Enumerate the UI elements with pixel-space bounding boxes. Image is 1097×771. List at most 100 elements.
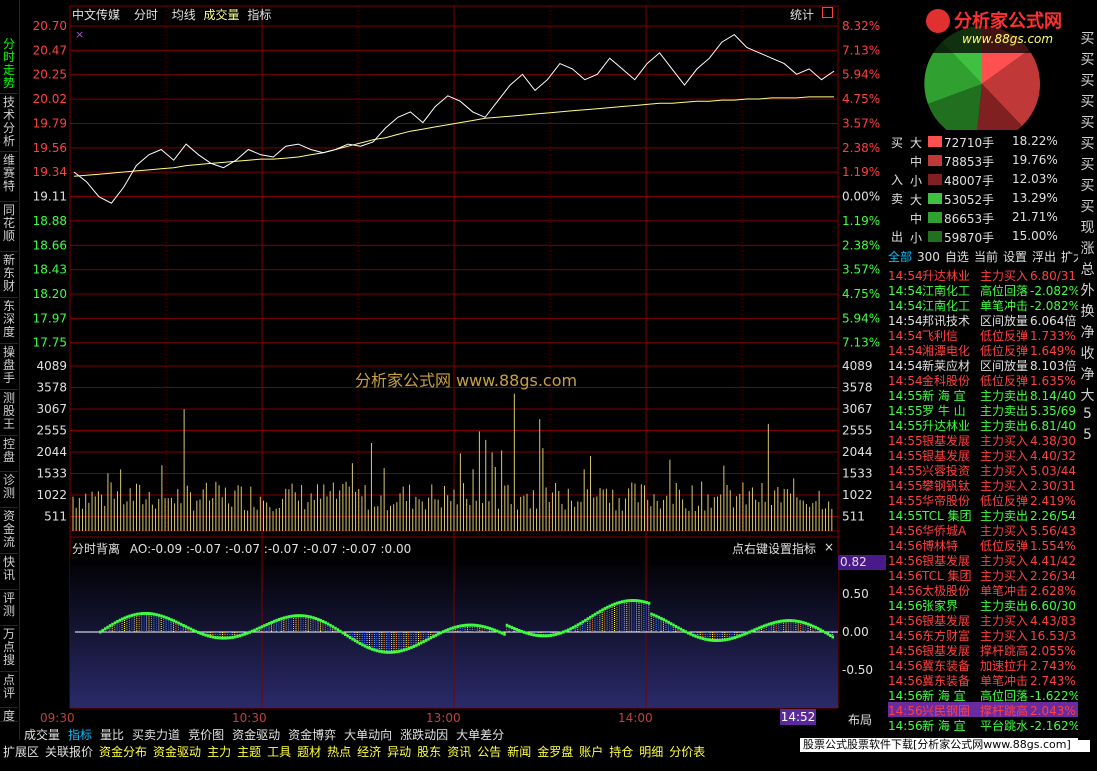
bottom-tab-1[interactable]: 指标 (64, 727, 96, 743)
alert-row[interactable]: 14:56银基发展 主力买入 4.41/42 (888, 552, 1078, 567)
maximize-icon[interactable] (822, 7, 833, 18)
bottom-tab-4[interactable]: 竞价图 (184, 727, 228, 743)
price-tick-right: 3.57% (842, 116, 880, 130)
alert-row[interactable]: 14:56冀东装备 加速拉升 2.743% (888, 657, 1078, 672)
alert-row[interactable]: 14:56银基发展 撑杆跳高 2.055% (888, 642, 1078, 657)
news-tab-5[interactable]: 浮出 (1032, 250, 1056, 264)
alert-row[interactable]: 14:55罗 牛 山 主力卖出 5.35/69 (888, 402, 1078, 417)
alert-row[interactable]: 14:55TCL 集团 主力卖出 2.26/54 (888, 507, 1078, 522)
close-marker-icon[interactable]: × (75, 28, 84, 41)
indicator-dot (415, 643, 418, 647)
alert-row[interactable]: 14:56冀东装备 单笔冲击 2.743% (888, 672, 1078, 687)
mode-label[interactable]: 分时 (134, 8, 158, 22)
alert-row[interactable]: 14:54金科股份 低位反弹 1.635% (888, 372, 1078, 387)
indicator-close-icon[interactable]: × (824, 540, 834, 554)
indicator-label[interactable]: 指标 (247, 8, 271, 22)
secondary-tab-16[interactable]: 账户 (576, 744, 606, 760)
indicator-settings-hint[interactable]: 点右键设置指标 (732, 540, 816, 557)
bottom-tab-5[interactable]: 资金驱动 (228, 727, 284, 743)
bottom-tab-7[interactable]: 大单动向 (340, 727, 396, 743)
alert-row[interactable]: 14:55新 海 宜 主力卖出 8.14/40 (888, 387, 1078, 402)
indicator-dot (483, 625, 487, 629)
alert-row[interactable]: 14:56东方财富 主力买入 16.53/3 (888, 627, 1078, 642)
alert-row[interactable]: 14:55攀钢钒钛 主力买入 2.30/31 (888, 477, 1078, 492)
news-tab-3[interactable]: 当前 (974, 250, 998, 264)
indicator-dot (709, 638, 712, 642)
secondary-tab-10[interactable]: 异动 (384, 744, 414, 760)
alert-row[interactable]: 14:55兴蓉投资 主力买入 5.03/44 (888, 462, 1078, 477)
news-tab-4[interactable]: 设置 (1003, 250, 1027, 264)
indicator-dot (608, 604, 612, 608)
indicator-dot (402, 648, 406, 652)
indicator-dot (380, 650, 384, 654)
alert-row[interactable]: 14:55银基发展 主力买入 4.38/30 (888, 432, 1078, 447)
secondary-tab-5[interactable]: 主题 (234, 744, 264, 760)
secondary-tab-6[interactable]: 工具 (264, 744, 294, 760)
secondary-tab-18[interactable]: 明细 (636, 744, 666, 760)
secondary-tab-11[interactable]: 股东 (414, 744, 444, 760)
news-tab-2[interactable]: 自选 (945, 250, 969, 264)
alert-row[interactable]: 14:56新 海 宜 高位回落 -1.622% (888, 687, 1078, 702)
indicator-dot (390, 650, 394, 654)
alert-row[interactable]: 14:56张家界 主力卖出 6.60/30 (888, 597, 1078, 612)
secondary-tab-9[interactable]: 经济 (354, 744, 384, 760)
money-flow-table: 买入卖出大 72710手 18.22% 中 78853手 19.76% 小 48007手 12.… (888, 134, 1078, 245)
secondary-tab-12[interactable]: 资讯 (444, 744, 474, 760)
indicator-values: AO:-0.09 :-0.07 :-0.07 :-0.07 :-0.07 :-0… (129, 542, 412, 556)
alert-row[interactable]: 14:56博林特 低位反弹 1.554% (888, 537, 1078, 552)
bottom-tab-8[interactable]: 涨跌动因 (396, 727, 452, 743)
layout-button[interactable]: 布局 (848, 711, 872, 728)
alert-row[interactable]: 14:54湘潭电化 低位反弹 1.649% (888, 342, 1078, 357)
alert-row[interactable]: 14:56兴民钢圈 撑杆跳高 2.043% (888, 702, 1078, 717)
secondary-tab-7[interactable]: 题材 (294, 744, 324, 760)
indicator-dot (701, 637, 705, 641)
bottom-tab-3[interactable]: 买卖力道 (128, 727, 184, 743)
bottom-tab-9[interactable]: 大单差分 (452, 727, 508, 743)
alert-row[interactable]: 14:54邦讯技术 区间放量 6.064倍 (888, 312, 1078, 327)
news-tab-0[interactable]: 全部 (888, 250, 912, 264)
alert-row[interactable]: 14:54升达林业 主力买入 6.80/31 (888, 267, 1078, 282)
alert-row[interactable]: 14:54新莱应材 区间放量 8.103倍 (888, 357, 1078, 372)
volume-label[interactable]: 成交量 (204, 8, 240, 22)
price-tick-right: 1.19% (842, 165, 880, 179)
secondary-tab-8[interactable]: 热点 (324, 744, 354, 760)
alert-row[interactable]: 14:55升达林业 主力卖出 6.81/40 (888, 417, 1078, 432)
alert-row[interactable]: 14:54飞利信 低位反弹 1.733% (888, 327, 1078, 342)
alert-type: 主力买入 (980, 449, 1029, 462)
secondary-tab-0[interactable]: 扩展区 (0, 744, 42, 760)
alert-row[interactable]: 14:54江南化工 高位回落 -2.082% (888, 282, 1078, 297)
alert-stock: 银基发展 (922, 434, 971, 447)
alert-row[interactable]: 14:56华侨城A 主力买入 5.56/43 (888, 522, 1078, 537)
alert-row[interactable]: 14:56银基发展 主力买入 4.43/83 (888, 612, 1078, 627)
secondary-tab-13[interactable]: 公告 (474, 744, 504, 760)
bottom-tab-2[interactable]: 量比 (96, 727, 128, 743)
indicator-dot (809, 623, 812, 627)
news-tab-1[interactable]: 300 (917, 250, 940, 264)
secondary-tab-15[interactable]: 金罗盘 (534, 744, 576, 760)
indicator-dot (138, 612, 141, 616)
secondary-tab-3[interactable]: 资金驱动 (150, 744, 204, 760)
secondary-tab-4[interactable]: 主力 (204, 744, 234, 760)
secondary-tab-14[interactable]: 新闻 (504, 744, 534, 760)
avg-line-label[interactable]: 均线 (172, 8, 196, 22)
bottom-tab-6[interactable]: 资金博弈 (284, 727, 340, 743)
alert-row[interactable]: 14:56TCL 集团 主力买入 2.26/34 (888, 567, 1078, 582)
indicator-dot (674, 624, 678, 628)
alert-row[interactable]: 14:55华帝股份 低位反弹 2.419% (888, 492, 1078, 507)
secondary-tab-1[interactable]: 关联报价 (42, 744, 96, 760)
stats-button[interactable]: 统计 (790, 6, 814, 23)
footer-banner[interactable]: 股票公式股票软件下载[分析家公式网www.88gs.com] (800, 738, 1090, 752)
edge-char: 买 (1080, 115, 1095, 131)
indicator-dot (101, 628, 104, 632)
secondary-tab-2[interactable]: 资金分布 (96, 744, 150, 760)
indicator-dot (471, 623, 474, 627)
alert-row[interactable]: 14:56太极股份 单笔冲击 2.628% (888, 582, 1078, 597)
alert-row[interactable]: 14:55银基发展 主力买入 4.40/32 (888, 447, 1078, 462)
alert-time: 14:56 (888, 569, 923, 582)
alert-row[interactable]: 14:56新 海 宜 平台跳水 -2.162% (888, 717, 1078, 732)
site-logo: 分析家公式网 www.88gs.com (918, 3, 1078, 53)
alert-row[interactable]: 14:54江南化工 单笔冲击 -2.082% (888, 297, 1078, 312)
secondary-tab-17[interactable]: 持仓 (606, 744, 636, 760)
secondary-tab-19[interactable]: 分价表 (666, 744, 708, 760)
bottom-tab-0[interactable]: 成交量 (20, 727, 64, 743)
